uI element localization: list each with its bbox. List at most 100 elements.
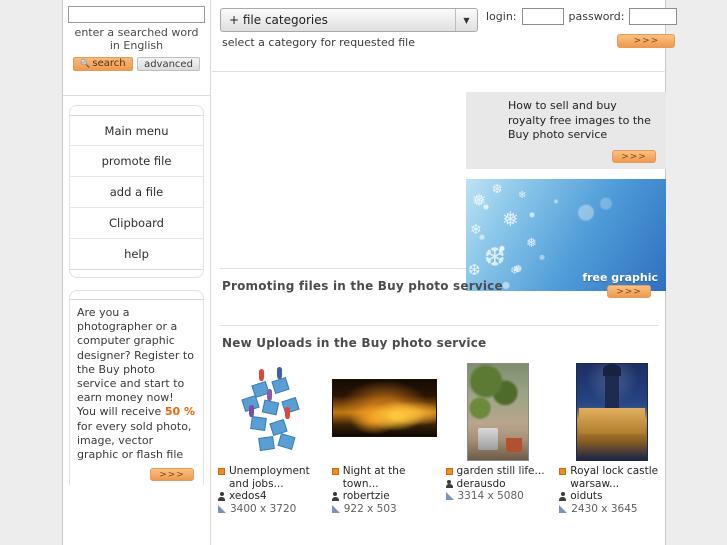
upload-dimensions: 2430 x 3645 bbox=[571, 502, 638, 515]
page-container: enter a searched word in English 🔍 searc… bbox=[62, 0, 678, 545]
upload-title: Night at the town... bbox=[342, 465, 406, 490]
sidebar-item-promote-file[interactable]: promote file bbox=[70, 146, 203, 177]
upload-title-line[interactable]: Unemployment and jobs... bbox=[218, 465, 324, 490]
snowflake-icon: ❄ bbox=[470, 222, 482, 238]
upload-dimensions: 922 x 503 bbox=[343, 502, 397, 515]
promoting-more-label: >>> bbox=[616, 286, 642, 297]
advanced-search-button[interactable]: advanced bbox=[137, 57, 200, 71]
side-promo-button[interactable]: >>> bbox=[150, 468, 194, 482]
search-input[interactable] bbox=[68, 6, 205, 23]
upload-title: garden still life... bbox=[456, 465, 545, 477]
upload-author-line[interactable]: xedos4 bbox=[218, 490, 324, 503]
promoting-section: Promoting files in the Buy photo service… bbox=[212, 268, 667, 350]
dimensions-icon bbox=[218, 504, 226, 513]
upload-thumbnail[interactable] bbox=[218, 356, 324, 461]
upload-thumbnail[interactable] bbox=[446, 356, 552, 461]
upload-dimensions: 3314 x 5080 bbox=[457, 490, 524, 502]
user-icon bbox=[559, 492, 567, 501]
search-button[interactable]: 🔍 search bbox=[73, 57, 133, 71]
snowflake-icon: ❅ bbox=[502, 207, 519, 231]
file-type-icon bbox=[218, 468, 225, 475]
file-type-icon bbox=[559, 468, 567, 475]
sidebar-item-label: Main menu bbox=[104, 124, 169, 138]
menu-panel: Main menu promote file add a file Clipbo… bbox=[69, 115, 204, 270]
advanced-button-label: advanced bbox=[144, 59, 193, 70]
jobs-illustration-thumb bbox=[233, 363, 309, 461]
upload-author-line[interactable]: robertzie bbox=[331, 490, 438, 503]
promoting-more-button[interactable]: >>> bbox=[607, 285, 651, 298]
top-bar: + file categories ▼ select a category fo… bbox=[212, 0, 678, 49]
chevron-down-icon[interactable]: ▼ bbox=[455, 9, 477, 31]
login-input[interactable] bbox=[521, 8, 564, 25]
login-submit-button[interactable]: >>> bbox=[617, 34, 676, 48]
search-buttons: 🔍 search advanced bbox=[68, 52, 205, 71]
upload-title-line[interactable]: Royal lock castle warsaw... bbox=[559, 465, 665, 490]
category-select-wrap: + file categories ▼ bbox=[220, 8, 478, 32]
side-promo-text-before: Are you a photographer or a computer gra… bbox=[77, 306, 194, 419]
upload-card[interactable]: Night at the town... robertzie 922 x 503 bbox=[331, 356, 438, 515]
upload-meta: Royal lock castle warsaw... oiduts 2430 … bbox=[559, 465, 665, 515]
sidebar-item-help[interactable]: help bbox=[70, 239, 203, 270]
sidebar-item-main-menu[interactable]: Main menu bbox=[70, 115, 203, 146]
banner-zone: How to sell and buy royalty free images … bbox=[466, 92, 666, 291]
sidebar-item-label: Clipboard bbox=[109, 216, 164, 230]
main-menu-list: Main menu promote file add a file Clipbo… bbox=[70, 115, 203, 270]
promoting-title: Promoting files in the Buy photo service bbox=[222, 279, 503, 293]
magnifier-icon: 🔍 bbox=[80, 59, 91, 68]
upload-author: robertzie bbox=[342, 490, 390, 502]
garden-still-life-thumb bbox=[467, 363, 530, 461]
search-button-label: search bbox=[92, 58, 126, 69]
file-type-icon bbox=[445, 468, 453, 475]
upload-title-line[interactable]: Night at the town... bbox=[331, 465, 438, 490]
upload-dimensions-line: 3400 x 3720 bbox=[218, 503, 324, 516]
sidebar-item-add-a-file[interactable]: add a file bbox=[70, 177, 203, 208]
dimensions-icon bbox=[445, 492, 454, 500]
promo-panel-top bbox=[69, 290, 204, 299]
upload-title: Unemployment and jobs... bbox=[229, 465, 310, 490]
user-icon bbox=[331, 492, 339, 501]
snowflake-icon: ❅ bbox=[472, 191, 487, 211]
user-icon bbox=[218, 492, 225, 501]
sidebar-item-clipboard[interactable]: Clipboard bbox=[70, 208, 203, 239]
side-promo-text: Are you a photographer or a computer gra… bbox=[77, 306, 196, 462]
dimensions-icon bbox=[331, 504, 340, 513]
upload-thumbnail[interactable] bbox=[559, 356, 665, 461]
snowflake-icon: ❄ bbox=[518, 190, 527, 201]
side-promo-button-label: >>> bbox=[159, 469, 185, 480]
search-panel: enter a searched word in English 🔍 searc… bbox=[63, 0, 210, 71]
upload-dimensions-line: 3314 x 5080 bbox=[445, 490, 552, 503]
search-hint: enter a searched word in English bbox=[74, 26, 199, 52]
header-divider bbox=[212, 71, 667, 72]
night-town-thumb bbox=[332, 379, 438, 437]
login-area: login: password: >>> bbox=[486, 8, 678, 48]
upload-dimensions: 3400 x 3720 bbox=[230, 502, 297, 515]
upload-author-line[interactable]: oiduts bbox=[559, 490, 665, 503]
side-promo-percent: 50 % bbox=[164, 405, 195, 419]
upload-dimensions-line: 2430 x 3645 bbox=[559, 503, 665, 516]
snowflake-icon: ❅ bbox=[526, 236, 537, 251]
upload-thumbnail[interactable] bbox=[332, 356, 438, 461]
how-to-sell-promo[interactable]: How to sell and buy royalty free images … bbox=[466, 92, 666, 169]
login-submit-label: >>> bbox=[633, 36, 660, 46]
sidebar-item-label: help bbox=[124, 247, 149, 261]
upload-meta: Unemployment and jobs... xedos4 3400 x 3… bbox=[218, 465, 324, 515]
upload-meta: garden still life... derausdo 3314 x 508… bbox=[445, 465, 552, 503]
how-to-sell-button-label: >>> bbox=[621, 151, 647, 162]
login-label: login: bbox=[486, 10, 517, 23]
upload-card[interactable]: Royal lock castle warsaw... oiduts 2430 … bbox=[559, 356, 665, 515]
dimensions-icon bbox=[559, 504, 568, 513]
login-row: login: password: bbox=[486, 8, 678, 25]
upload-author: oiduts bbox=[570, 490, 603, 502]
password-input[interactable] bbox=[629, 8, 678, 25]
upload-title-line[interactable]: garden still life... bbox=[445, 465, 552, 478]
upload-author-line[interactable]: derausdo bbox=[445, 478, 552, 491]
side-promo-text-after: for every sold photo, image, vector grap… bbox=[77, 419, 192, 462]
upload-card[interactable]: Unemployment and jobs... xedos4 3400 x 3… bbox=[218, 356, 324, 515]
file-categories-select[interactable]: + file categories bbox=[220, 8, 478, 32]
how-to-sell-button[interactable]: >>> bbox=[612, 150, 656, 163]
sidebar-item-label: promote file bbox=[101, 154, 172, 168]
upload-meta: Night at the town... robertzie 922 x 503 bbox=[331, 465, 438, 515]
file-categories-value: + file categories bbox=[229, 13, 328, 27]
main-content: + file categories ▼ select a category fo… bbox=[212, 0, 678, 545]
upload-card[interactable]: garden still life... derausdo 3314 x 508… bbox=[445, 356, 552, 515]
